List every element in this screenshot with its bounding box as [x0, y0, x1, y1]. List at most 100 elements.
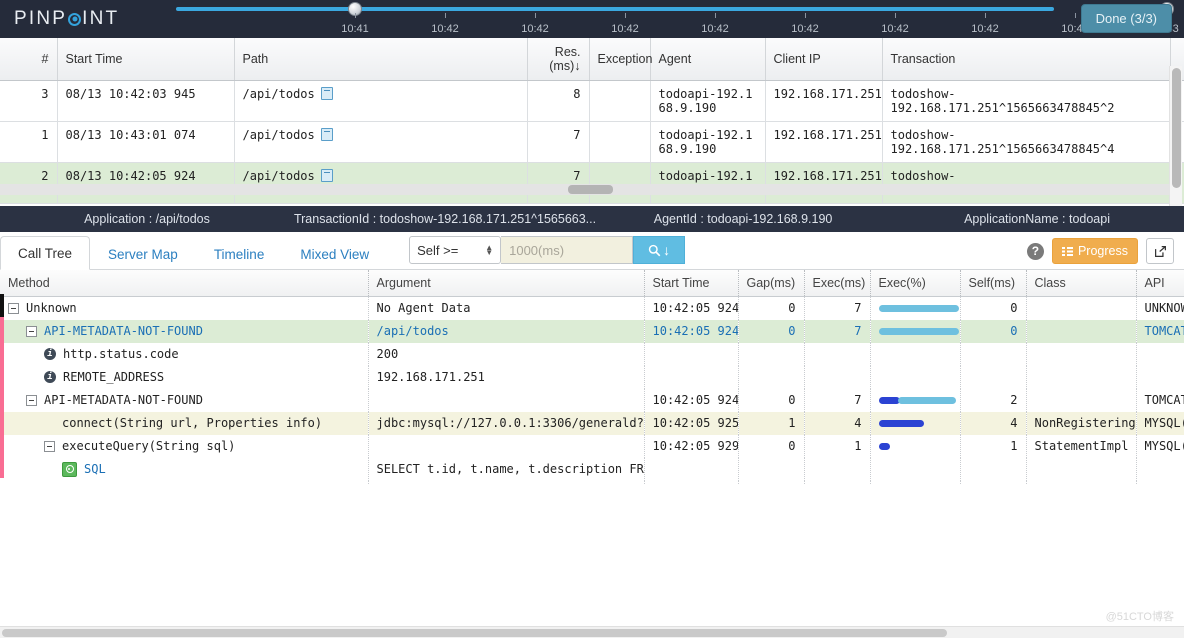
call-tree-row[interactable]: connect(String url, Properties info) jdbc… [0, 411, 1184, 435]
th-exception[interactable]: Exception [589, 38, 652, 81]
th-self-ms[interactable]: Self(ms) [960, 270, 1027, 297]
th-method[interactable]: Method [0, 270, 369, 297]
collapse-icon[interactable] [8, 302, 19, 314]
cell-method: i REMOTE_ADDRESS [0, 365, 369, 389]
call-tree-row[interactable]: i http.status.code 200 [0, 342, 1184, 366]
tick-mark [624, 13, 626, 18]
filter-ms-input[interactable] [501, 236, 634, 264]
transaction-horizontal-scrollbar[interactable] [0, 184, 1170, 195]
th-exec-pct[interactable]: Exec(%) [870, 270, 961, 297]
document-icon[interactable] [320, 128, 333, 141]
cell-gap-ms [738, 365, 805, 389]
cell-start-time-text: 08/13 10:42:03 945 [65, 87, 196, 101]
transaction-info-bar: Application : /api/todos TransactionId :… [0, 206, 1184, 232]
tick-label: 10:42 [701, 23, 729, 35]
method-label: connect(String url, Properties info) [62, 416, 323, 430]
cell-argument-text: 192.168.171.251 [376, 370, 485, 384]
call-tree-row[interactable]: Unknown No Agent Data 10:42:05 924 0 7 0 UNKNO… [0, 296, 1184, 320]
table-row[interactable]: 1 08/13 10:43:01 074/api/todos 7 todoapi-19… [0, 121, 1184, 163]
document-icon[interactable] [320, 87, 333, 100]
call-tree-row[interactable]: SQL SELECT t.id, t.name, t.description FR… [0, 457, 1184, 481]
cell-class [1026, 365, 1137, 389]
filter-condition-select[interactable]: Self >= ▲ ▼ [409, 236, 502, 264]
cell-self-ms [960, 457, 1027, 481]
timeline-tick: 10:41 [325, 13, 385, 37]
cell-exec-ms-text: 7 [854, 324, 862, 338]
cell-gap-ms [738, 342, 805, 366]
tick-label: 10:42 [881, 23, 909, 35]
th-res-ms[interactable]: Res. (ms)↓ [527, 38, 590, 81]
sql-icon[interactable] [62, 461, 77, 477]
slider-track[interactable] [176, 7, 1054, 11]
cell-start-time: 08/13 10:42:05 924 [57, 162, 235, 204]
tick-label: 10:42 [611, 23, 639, 35]
cell-class-text: NonRegisteringD… [1034, 416, 1136, 430]
call-tree-row[interactable]: executeQuery(String sql) 10:42:05 929 0 1 1 S… [0, 434, 1184, 458]
call-tree-row[interactable]: API-METADATA-NOT-FOUND/api/todos 10:42:05… [0, 319, 1184, 343]
info-icon: i [44, 371, 56, 383]
scroll-thumb[interactable] [2, 629, 947, 637]
timeline-tick: 10:42 [415, 13, 475, 37]
table-row[interactable]: 3 08/13 10:42:03 945/api/todos 8 todoapi-19… [0, 80, 1184, 122]
call-tree-row[interactable]: API-METADATA-NOT-FOUND 10:42:05 924 0 7 2 TOM… [0, 388, 1184, 412]
collapse-icon[interactable] [26, 394, 37, 406]
cell-api-text: TOMCAT_M [1144, 393, 1184, 407]
method-label: API-METADATA-NOT-FOUND [44, 324, 203, 338]
tab-server-map[interactable]: Server Map [90, 237, 196, 270]
cell-start-time: 08/13 10:42:03 945 [57, 80, 235, 122]
progress-button[interactable]: Progress [1051, 238, 1138, 264]
th-agent[interactable]: Agent [650, 38, 766, 81]
table-row[interactable]: 2 08/13 10:42:05 924/api/todos 7 todoapi-19… [0, 162, 1184, 204]
method-label: SQL [84, 462, 106, 476]
th-exec-ms[interactable]: Exec(ms) [804, 270, 871, 297]
cell-argument [368, 434, 645, 458]
tab-mixed-view[interactable]: Mixed View [282, 237, 387, 270]
collapse-icon[interactable] [44, 440, 55, 452]
scroll-thumb[interactable] [1172, 68, 1181, 188]
tick-mark [714, 13, 716, 18]
scroll-thumb[interactable] [568, 185, 613, 194]
cell-self-ms: 0 [960, 319, 1027, 343]
tab-timeline[interactable]: Timeline [196, 237, 283, 270]
time-range-slider[interactable]: 10:41 10:42 10:42 10:42 10:42 10:42 10:42 10:42… [170, 0, 1179, 38]
cell-exec-ms [804, 457, 871, 481]
search-button[interactable]: ↓ [633, 236, 686, 264]
cell-start-time [644, 342, 739, 366]
cell-self-ms: 2 [960, 388, 1027, 412]
th-num[interactable]: # [0, 38, 58, 81]
cell-gap-ms: 0 [738, 388, 805, 412]
th-ct-start-time[interactable]: Start Time [644, 270, 739, 297]
done-button[interactable]: Done (3/3) [1080, 4, 1172, 33]
pinpoint-app: PINP INT 10:41 10:42 10:42 10:42 10:42 10:42 10… [0, 0, 1184, 638]
row-color-marker [0, 409, 4, 432]
collapse-icon[interactable] [26, 325, 37, 337]
row-color-marker [0, 432, 4, 455]
cell-self-ms-text: 1 [1010, 439, 1018, 453]
th-transaction[interactable]: Transaction [882, 38, 1171, 81]
tab-call-tree[interactable]: Call Tree [0, 236, 91, 270]
cell-client-ip: 192.168.171.251 [765, 162, 883, 204]
document-icon[interactable] [320, 169, 333, 182]
th-start-time[interactable]: Start Time [57, 38, 235, 81]
page-horizontal-scrollbar[interactable] [0, 626, 1184, 638]
cell-class [1026, 457, 1137, 481]
export-button[interactable] [1146, 238, 1174, 264]
help-icon[interactable]: ? [1026, 242, 1044, 260]
cell-exec-ms: 4 [804, 411, 871, 435]
th-path[interactable]: Path [234, 38, 528, 81]
tick-mark [804, 13, 806, 18]
magnifier-icon [648, 244, 661, 256]
th-class[interactable]: Class [1026, 270, 1137, 297]
cell-start-time: 10:42:05 924 [644, 319, 739, 343]
th-client-ip[interactable]: Client IP [765, 38, 883, 81]
cell-path-text: /api/todos [242, 87, 315, 101]
th-api[interactable]: API [1136, 270, 1184, 297]
th-argument[interactable]: Argument [368, 270, 645, 297]
cell-exec-ms: 7 [804, 296, 871, 320]
cell-api-text: MYSQL(ge [1144, 416, 1184, 430]
cell-path-text: /api/todos [242, 128, 315, 142]
cell-start-time: 10:42:05 925 [644, 411, 739, 435]
call-tree-row[interactable]: i REMOTE_ADDRESS 192.168.171.251 [0, 365, 1184, 389]
transaction-vertical-scrollbar[interactable] [1169, 66, 1182, 224]
th-gap-ms[interactable]: Gap(ms) [738, 270, 805, 297]
